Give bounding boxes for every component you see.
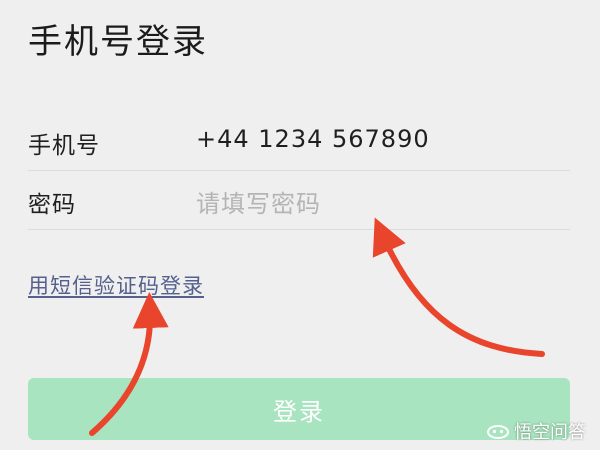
watermark-text: 悟空问答 — [514, 422, 586, 443]
password-row: 密码 请填写密码 — [28, 171, 570, 230]
phone-label: 手机号 — [28, 133, 100, 159]
phone-row: 手机号 +44 1234 567890 — [28, 112, 570, 171]
password-input[interactable]: 请填写密码 — [196, 184, 566, 219]
watermark: 悟空问答 — [486, 418, 586, 444]
phone-value[interactable]: +44 1234 567890 — [196, 125, 566, 153]
wukong-logo-icon — [487, 425, 509, 439]
password-label: 密码 — [28, 192, 76, 218]
page-title: 手机号登录 — [28, 22, 208, 62]
sms-login-link[interactable]: 用短信验证码登录 — [28, 270, 204, 300]
arrow-to-password-field — [372, 217, 545, 357]
